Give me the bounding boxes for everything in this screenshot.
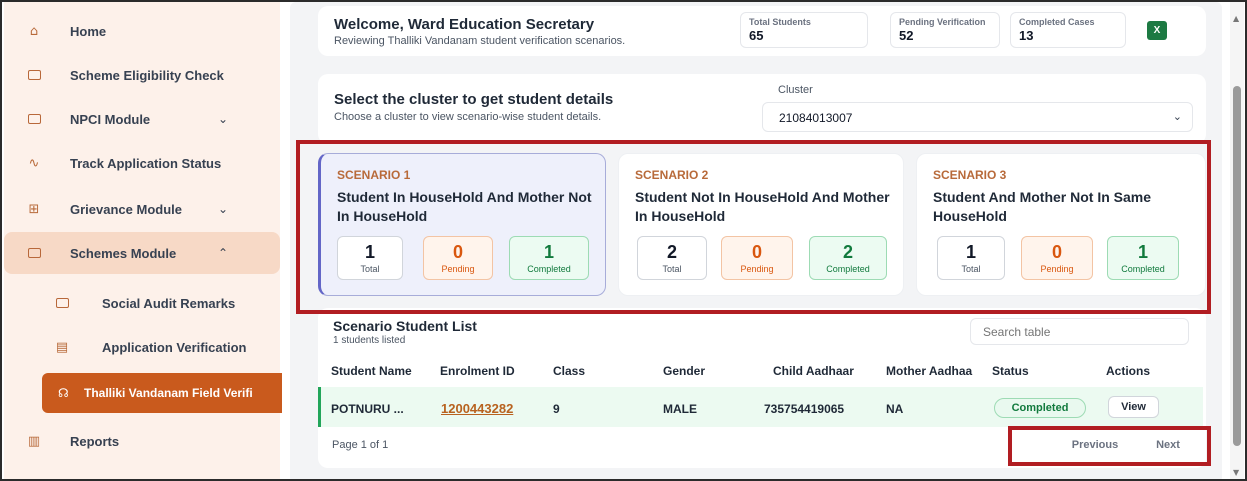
column-header-class[interactable]: Class xyxy=(553,364,585,378)
excel-export-icon[interactable]: X xyxy=(1147,21,1167,40)
scroll-down-icon[interactable]: ▼ xyxy=(1233,468,1239,477)
sidebar-item-label: Track Application Status xyxy=(70,155,222,171)
stat-value: 13 xyxy=(1019,28,1034,43)
sidebar-item-label: Schemes Module xyxy=(70,245,177,261)
stat-total-students: Total Students 65 xyxy=(740,12,868,48)
search-table-field[interactable] xyxy=(970,318,1189,345)
cell-student-name: POTNURU ... xyxy=(331,402,404,416)
sidebar-item-scheme-eligibility[interactable]: Scheme Eligibility Check xyxy=(4,56,280,94)
scrollbar-thumb[interactable] xyxy=(1233,86,1241,446)
bar-chart-icon: ▥ xyxy=(27,433,41,449)
status-badge: Completed xyxy=(994,398,1086,418)
sidebar-item-label: NPCI Module xyxy=(70,111,151,127)
student-list-count: 1 students listed xyxy=(333,335,406,346)
cell-gender: MALE xyxy=(663,402,697,416)
folder-icon xyxy=(26,111,42,127)
chevron-up-icon[interactable]: ⌃ xyxy=(218,246,228,260)
scrollbar[interactable]: ▲ ▼ xyxy=(1230,2,1244,479)
column-header-student-name[interactable]: Student Name xyxy=(331,364,412,378)
app-window: ⌂ Home Scheme Eligibility Check NPCI Mod… xyxy=(0,0,1247,481)
cluster-select[interactable]: 21084013007 ⌄ xyxy=(762,102,1193,132)
cluster-section-subtitle: Choose a cluster to view scenario-wise s… xyxy=(334,111,602,123)
sidebar-item-label: Social Audit Remarks xyxy=(102,295,236,311)
sidebar-item-grievance[interactable]: ⊞ Grievance Module ⌄ xyxy=(4,190,280,228)
search-input[interactable] xyxy=(971,319,1188,344)
sidebar-item-schemes[interactable]: Schemes Module ⌃ xyxy=(4,232,280,274)
view-button[interactable]: View xyxy=(1108,396,1159,418)
chevron-down-icon[interactable]: ⌄ xyxy=(218,202,228,216)
page-subtitle: Reviewing Thalliki Vandanam student veri… xyxy=(334,35,626,47)
stat-label: Completed Cases xyxy=(1019,17,1095,27)
folder-icon xyxy=(26,67,42,83)
column-header-actions: Actions xyxy=(1106,364,1151,378)
sidebar-item-label: Scheme Eligibility Check xyxy=(70,67,224,83)
column-header-gender[interactable]: Gender xyxy=(663,364,705,378)
home-icon: ⌂ xyxy=(29,23,39,39)
sidebar-item-reports[interactable]: ▥ Reports xyxy=(4,422,280,460)
scroll-up-icon[interactable]: ▲ xyxy=(1233,14,1239,23)
folder-icon xyxy=(54,295,70,311)
pagination-highlight-box xyxy=(1008,426,1211,466)
sidebar-item-home[interactable]: ⌂ Home xyxy=(4,12,280,50)
stat-pending-verification: Pending Verification 52 xyxy=(890,12,1000,48)
chevron-down-icon: ⌄ xyxy=(1172,110,1182,123)
stat-value: 65 xyxy=(749,28,764,43)
column-header-mother-aadhaar[interactable]: Mother Aadhaa xyxy=(886,364,972,378)
stat-label: Total Students xyxy=(749,17,811,27)
sidebar-item-label: Application Verification xyxy=(102,339,247,355)
column-header-child-aadhaar[interactable]: Child Aadhaar xyxy=(773,364,854,378)
student-list-title: Scenario Student List xyxy=(333,318,477,334)
column-header-status[interactable]: Status xyxy=(992,364,1029,378)
document-icon: ▤ xyxy=(55,339,69,355)
sidebar-item-label: Grievance Module xyxy=(70,201,182,217)
scenario-highlight-box xyxy=(296,140,1211,314)
sidebar-item-social-audit[interactable]: Social Audit Remarks xyxy=(4,284,280,322)
sidebar-item-npci[interactable]: NPCI Module ⌄ xyxy=(4,100,280,138)
stat-value: 52 xyxy=(899,28,914,43)
page-info: Page 1 of 1 xyxy=(332,439,389,451)
cell-class: 9 xyxy=(553,402,560,416)
sidebar: ⌂ Home Scheme Eligibility Check NPCI Mod… xyxy=(4,2,282,479)
cluster-section-title: Select the cluster to get student detail… xyxy=(334,91,614,108)
sidebar-item-application-verification[interactable]: ▤ Application Verification xyxy=(4,328,280,366)
sidebar-item-label: Home xyxy=(70,23,107,39)
sidebar-item-label: Reports xyxy=(70,433,120,449)
enrolment-id-link[interactable]: 1200443282 xyxy=(441,401,513,416)
sidebar-item-track-status[interactable]: ∿ Track Application Status xyxy=(4,144,280,182)
chevron-down-icon[interactable]: ⌄ xyxy=(218,112,228,126)
sidebar-item-thalliki-vandanam[interactable]: ☊ Thalliki Vandanam Field Verifi xyxy=(42,373,282,413)
stat-label: Pending Verification xyxy=(899,17,986,27)
stat-completed-cases: Completed Cases 13 xyxy=(1010,12,1126,48)
sidebar-item-label: Thalliki Vandanam Field Verifi xyxy=(84,386,253,400)
cell-mother-aadhaar: NA xyxy=(886,402,904,416)
page-title: Welcome, Ward Education Secretary xyxy=(334,16,595,33)
cell-child-aadhaar: 735754419065 xyxy=(764,402,845,416)
column-header-enrolment-id[interactable]: Enrolment ID xyxy=(440,364,515,378)
cluster-select-value: 21084013007 xyxy=(779,111,853,125)
pulse-icon: ∿ xyxy=(28,155,40,171)
graduation-cap-icon: ☊ xyxy=(58,386,69,400)
cluster-label: Cluster xyxy=(778,84,813,96)
grid-icon: ⊞ xyxy=(28,201,40,217)
folder-icon xyxy=(26,245,42,261)
